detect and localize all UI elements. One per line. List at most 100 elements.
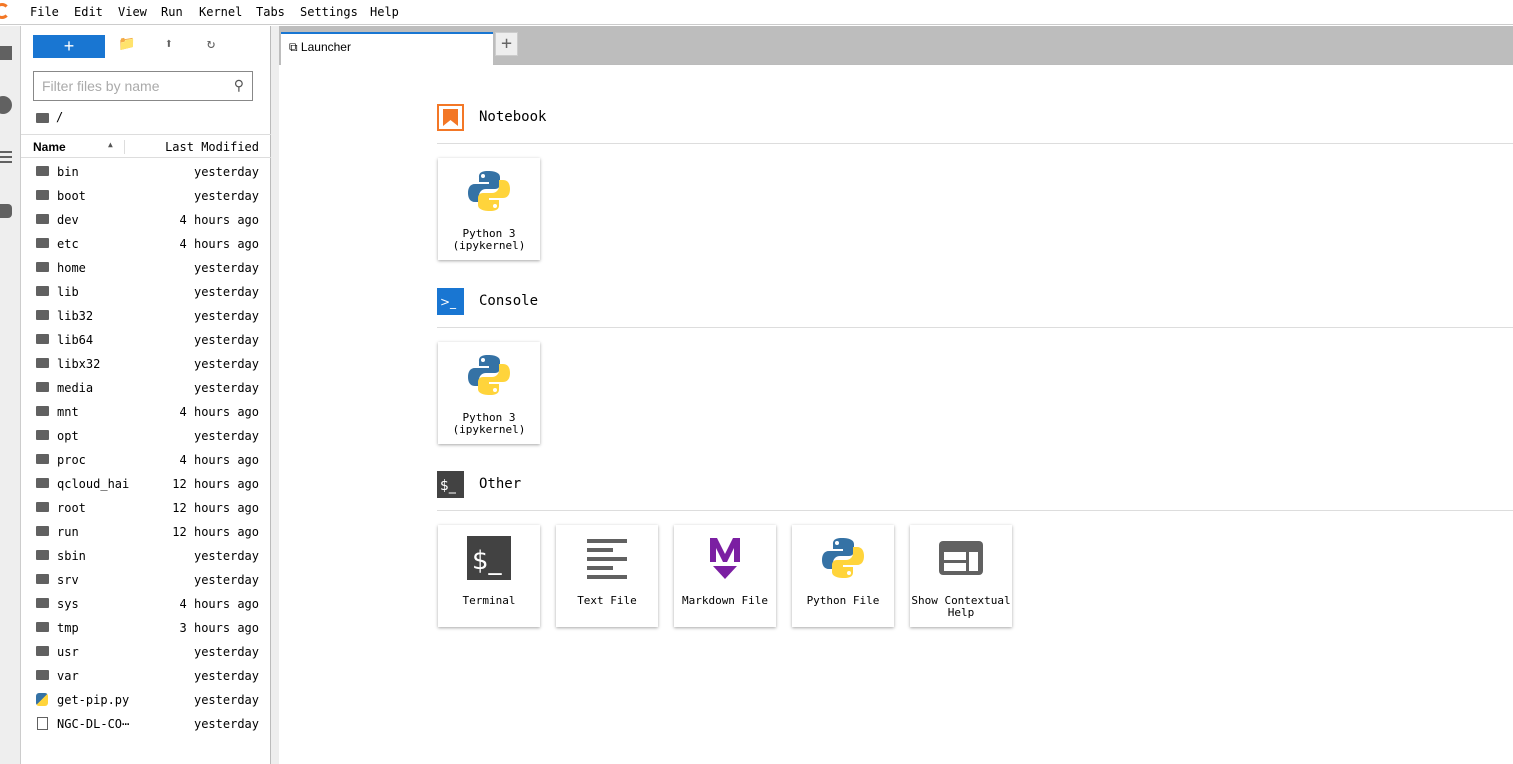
extension-icon[interactable] xyxy=(0,204,12,218)
launcher-card-show-contextual[interactable]: Show Contextual Help xyxy=(910,525,1012,627)
file-row[interactable]: sys 4 hours ago xyxy=(21,592,271,616)
menu-settings[interactable]: Settings xyxy=(300,5,358,19)
console-section-icon: >_ xyxy=(437,288,464,315)
launcher-card-python-file[interactable]: Python File xyxy=(792,525,894,627)
section-header: $_ Other xyxy=(437,471,1513,511)
section-console: >_ Console Python 3 (ipykernel) xyxy=(437,288,1513,444)
file-row[interactable]: home yesterday xyxy=(21,256,271,280)
refresh-icon[interactable]: ↻ xyxy=(201,36,221,56)
file-modified: yesterday xyxy=(193,429,259,443)
file-row[interactable]: run 12 hours ago xyxy=(21,520,271,544)
file-row[interactable]: lib yesterday xyxy=(21,280,271,304)
upload-icon[interactable]: ⬆ xyxy=(159,36,179,56)
activity-bar xyxy=(0,26,21,764)
file-browser: + 📁 ⬆ ↻ Filter files by name ⚲ / Name ▲ L… xyxy=(21,26,271,764)
file-row[interactable]: lib32 yesterday xyxy=(21,304,271,328)
splitter[interactable] xyxy=(271,26,279,764)
file-row[interactable]: mnt 4 hours ago xyxy=(21,400,271,424)
file-name: sys xyxy=(57,597,79,611)
file-row[interactable]: get-pip.py yesterday xyxy=(21,688,271,712)
file-modified: yesterday xyxy=(193,357,259,371)
text-file-icon xyxy=(585,536,629,580)
launcher-card-terminal[interactable]: $_ Terminal xyxy=(438,525,540,627)
file-name: bin xyxy=(57,165,79,179)
menu-tabs[interactable]: Tabs xyxy=(256,5,285,19)
folder-icon xyxy=(36,286,49,296)
folder-icon xyxy=(36,526,49,536)
menu-run[interactable]: Run xyxy=(161,5,183,19)
file-row[interactable]: srv yesterday xyxy=(21,568,271,592)
folder-icon xyxy=(36,382,49,392)
launcher-card-text-file[interactable]: Text File xyxy=(556,525,658,627)
file-row[interactable]: proc 4 hours ago xyxy=(21,448,271,472)
file-name: tmp xyxy=(57,621,79,635)
folder-icon xyxy=(36,310,49,320)
file-modified: yesterday xyxy=(193,165,259,179)
folder-icon[interactable] xyxy=(0,46,12,60)
sort-ascending-icon[interactable]: ▲ xyxy=(108,140,113,149)
folder-icon xyxy=(36,358,49,368)
python-icon xyxy=(467,353,511,397)
menu-kernel[interactable]: Kernel xyxy=(199,5,242,19)
add-tab-button[interactable]: + xyxy=(495,32,518,56)
file-modified: 4 hours ago xyxy=(179,453,259,467)
folder-icon xyxy=(36,550,49,560)
file-list-header: Name ▲ Last Modified xyxy=(21,134,271,158)
file-row[interactable]: etc 4 hours ago xyxy=(21,232,271,256)
breadcrumb[interactable]: / xyxy=(36,110,63,124)
launcher-card-markdown-file[interactable]: Markdown File xyxy=(674,525,776,627)
file-row[interactable]: opt yesterday xyxy=(21,424,271,448)
file-row[interactable]: lib64 yesterday xyxy=(21,328,271,352)
menu-view[interactable]: View xyxy=(118,5,147,19)
file-row[interactable]: var yesterday xyxy=(21,664,271,688)
file-name: usr xyxy=(57,645,79,659)
file-row[interactable]: usr yesterday xyxy=(21,640,271,664)
tab-label: Launcher xyxy=(300,40,351,54)
tab-launcher[interactable]: ⧉ Launcher xyxy=(281,32,493,65)
file-row[interactable]: dev 4 hours ago xyxy=(21,208,271,232)
launcher-card-python-3[interactable]: Python 3 (ipykernel) xyxy=(438,158,540,260)
file-row[interactable]: tmp 3 hours ago xyxy=(21,616,271,640)
folder-icon xyxy=(36,622,49,632)
breadcrumb-root[interactable]: / xyxy=(56,110,63,124)
terminal-icon: $_ xyxy=(467,536,511,580)
file-row[interactable]: NGC-DL-CO⋯ yesterday xyxy=(21,712,271,736)
file-row[interactable]: media yesterday xyxy=(21,376,271,400)
file-row[interactable]: libx32 yesterday xyxy=(21,352,271,376)
file-name: qcloud_hai xyxy=(57,477,130,491)
running-icon[interactable] xyxy=(0,96,12,114)
file-row[interactable]: root 12 hours ago xyxy=(21,496,271,520)
section-header: >_ Console xyxy=(437,288,1513,328)
menu-help[interactable]: Help xyxy=(370,5,399,19)
column-name[interactable]: Name xyxy=(33,140,66,154)
file-modified: yesterday xyxy=(193,549,259,563)
file-name: run xyxy=(57,525,79,539)
file-name: opt xyxy=(57,429,79,443)
card-label: Python File xyxy=(806,594,880,607)
file-name: lib xyxy=(57,285,79,299)
card-label: Text File xyxy=(577,594,637,607)
folder-icon xyxy=(36,454,49,464)
folder-icon xyxy=(36,574,49,584)
toc-icon[interactable] xyxy=(0,151,12,163)
file-row[interactable]: bin yesterday xyxy=(21,160,271,184)
file-modified: 3 hours ago xyxy=(179,621,259,635)
new-launcher-button[interactable]: + xyxy=(33,35,105,58)
menu-file[interactable]: File xyxy=(30,5,59,19)
file-name: boot xyxy=(57,189,86,203)
folder-icon xyxy=(36,112,49,123)
new-folder-icon[interactable]: 📁 xyxy=(117,36,137,56)
card-label: Python 3 (ipykernel) xyxy=(452,411,526,436)
file-modified: 4 hours ago xyxy=(179,213,259,227)
file-row[interactable]: qcloud_hai 12 hours ago xyxy=(21,472,271,496)
file-name: NGC-DL-CO⋯ xyxy=(57,717,130,731)
menu-edit[interactable]: Edit xyxy=(74,5,103,19)
filter-input[interactable]: Filter files by name ⚲ xyxy=(33,71,253,101)
folder-icon xyxy=(36,646,49,656)
folder-icon xyxy=(36,262,49,272)
file-row[interactable]: boot yesterday xyxy=(21,184,271,208)
column-last-modified[interactable]: Last Modified xyxy=(124,140,259,154)
file-row[interactable]: sbin yesterday xyxy=(21,544,271,568)
launcher-card-python-3[interactable]: Python 3 (ipykernel) xyxy=(438,342,540,444)
file-modified: yesterday xyxy=(193,189,259,203)
